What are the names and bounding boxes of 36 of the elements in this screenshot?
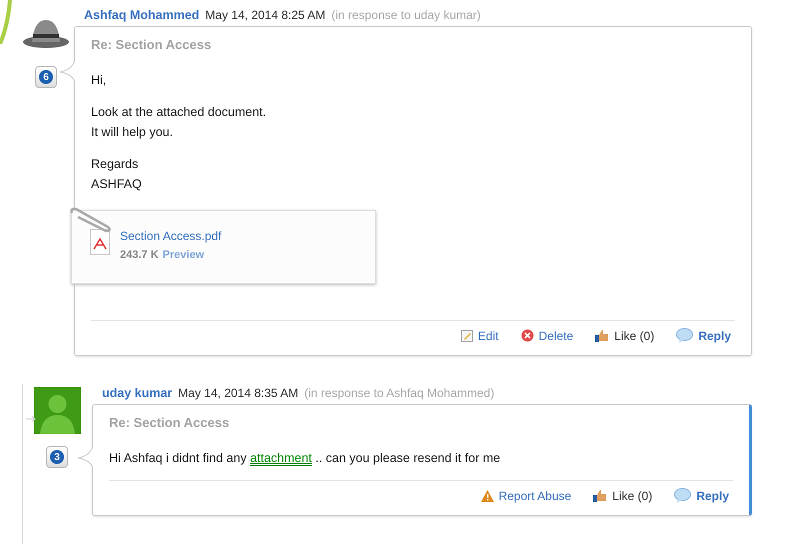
thumbs-up-icon: [593, 489, 608, 502]
speech-bubble-icon: [676, 328, 694, 343]
author-link[interactable]: uday kumar: [102, 386, 172, 400]
level-badge: 3: [46, 446, 68, 468]
attachment-link[interactable]: attachment: [250, 451, 312, 465]
message-text: Look at the attached document. It will help you.: [91, 104, 268, 141]
post-date: May 14, 2014 8:25 AM: [205, 8, 326, 22]
report-link[interactable]: Report Abuse: [480, 488, 572, 503]
reply-link[interactable]: Reply: [674, 488, 729, 503]
like-link[interactable]: Like (0): [595, 328, 654, 343]
curve-decoration: [0, 0, 14, 44]
pencil-icon: [460, 330, 473, 342]
warning-icon: [480, 490, 494, 502]
paperclip-icon: [68, 207, 112, 233]
speech-bubble-icon: [674, 488, 692, 503]
thread-arrow-icon: [26, 416, 36, 422]
edit-link[interactable]: Edit: [460, 328, 499, 343]
post-subject: Re: Section Access: [91, 37, 212, 52]
file-size: 243.7 K: [120, 249, 159, 261]
post-subject: Re: Section Access: [109, 415, 230, 430]
thumbs-up-icon: [595, 329, 610, 342]
preview-link[interactable]: Preview: [162, 249, 204, 261]
pdf-file-icon: [90, 229, 110, 255]
author-link[interactable]: Ashfaq Mohammed: [84, 8, 200, 22]
message-text: Hi Ashfaq i didnt find any attachment .. can you please resend it for me: [109, 450, 502, 467]
delete-icon: [520, 329, 534, 342]
reply-link[interactable]: Reply: [676, 328, 731, 343]
message-text: Hi,: [91, 72, 108, 89]
post-date: May 14, 2014 8:35 AM: [178, 386, 298, 400]
message-text: Regards ASHFAQ: [91, 156, 143, 193]
level-badge: 6: [35, 66, 57, 88]
like-link[interactable]: Like (0): [593, 488, 652, 503]
delete-link[interactable]: Delete: [520, 328, 574, 343]
response-note: (in response to Ashfaq Mohammed): [304, 386, 494, 400]
response-note: (in response to uday kumar): [331, 8, 481, 22]
attachment-file-link[interactable]: Section Access.pdf: [120, 229, 222, 243]
